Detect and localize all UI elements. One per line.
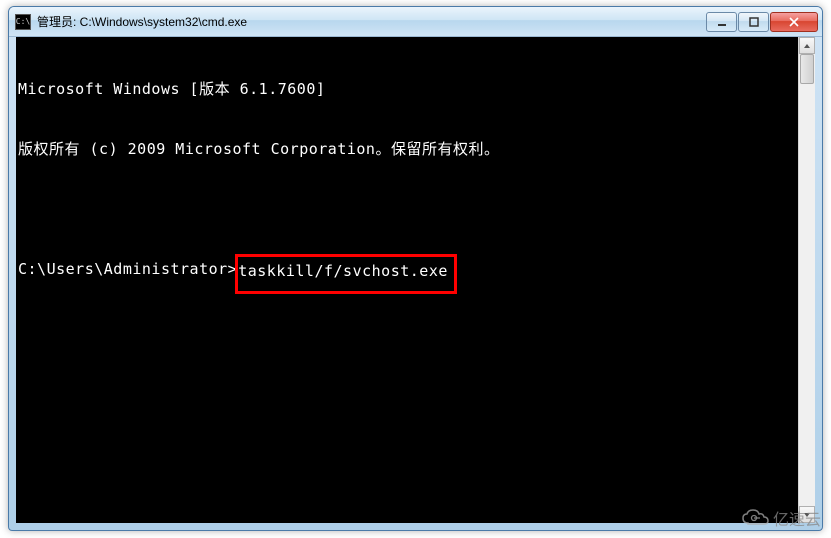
scroll-track[interactable] xyxy=(799,54,815,506)
scroll-up-button[interactable] xyxy=(799,37,815,54)
scroll-thumb[interactable] xyxy=(800,54,814,84)
titlebar[interactable]: C:\ 管理员: C:\Windows\system32\cmd.exe xyxy=(9,7,822,37)
client-area: Microsoft Windows [版本 6.1.7600] 版权所有 (c)… xyxy=(16,37,815,523)
watermark: 亿速云 xyxy=(741,506,821,530)
window-controls xyxy=(706,12,818,32)
terminal-prompt: C:\Users\Administrator> xyxy=(18,259,237,279)
close-button[interactable] xyxy=(770,12,818,32)
terminal-line-copyright: 版权所有 (c) 2009 Microsoft Corporation。保留所有… xyxy=(18,139,796,159)
cmd-icon: C:\ xyxy=(15,14,31,30)
minimize-icon xyxy=(717,17,727,27)
terminal[interactable]: Microsoft Windows [版本 6.1.7600] 版权所有 (c)… xyxy=(16,37,798,523)
terminal-blank-line xyxy=(18,199,796,219)
command-highlight-box: taskkill/f/svchost.exe xyxy=(235,254,457,294)
minimize-button[interactable] xyxy=(706,12,737,32)
cmd-window: C:\ 管理员: C:\Windows\system32\cmd.exe Mic… xyxy=(8,6,823,531)
window-title: 管理员: C:\Windows\system32\cmd.exe xyxy=(37,13,706,30)
terminal-command: taskkill/f/svchost.exe xyxy=(238,262,448,280)
cloud-icon xyxy=(741,508,769,528)
maximize-button[interactable] xyxy=(738,12,769,32)
close-icon xyxy=(789,17,799,27)
vertical-scrollbar[interactable] xyxy=(798,37,815,523)
terminal-prompt-line: C:\Users\Administrator>taskkill/f/svchos… xyxy=(18,259,796,294)
scroll-up-icon xyxy=(803,42,811,50)
watermark-text: 亿速云 xyxy=(773,506,821,530)
terminal-line-version: Microsoft Windows [版本 6.1.7600] xyxy=(18,79,796,99)
maximize-icon xyxy=(749,17,759,27)
